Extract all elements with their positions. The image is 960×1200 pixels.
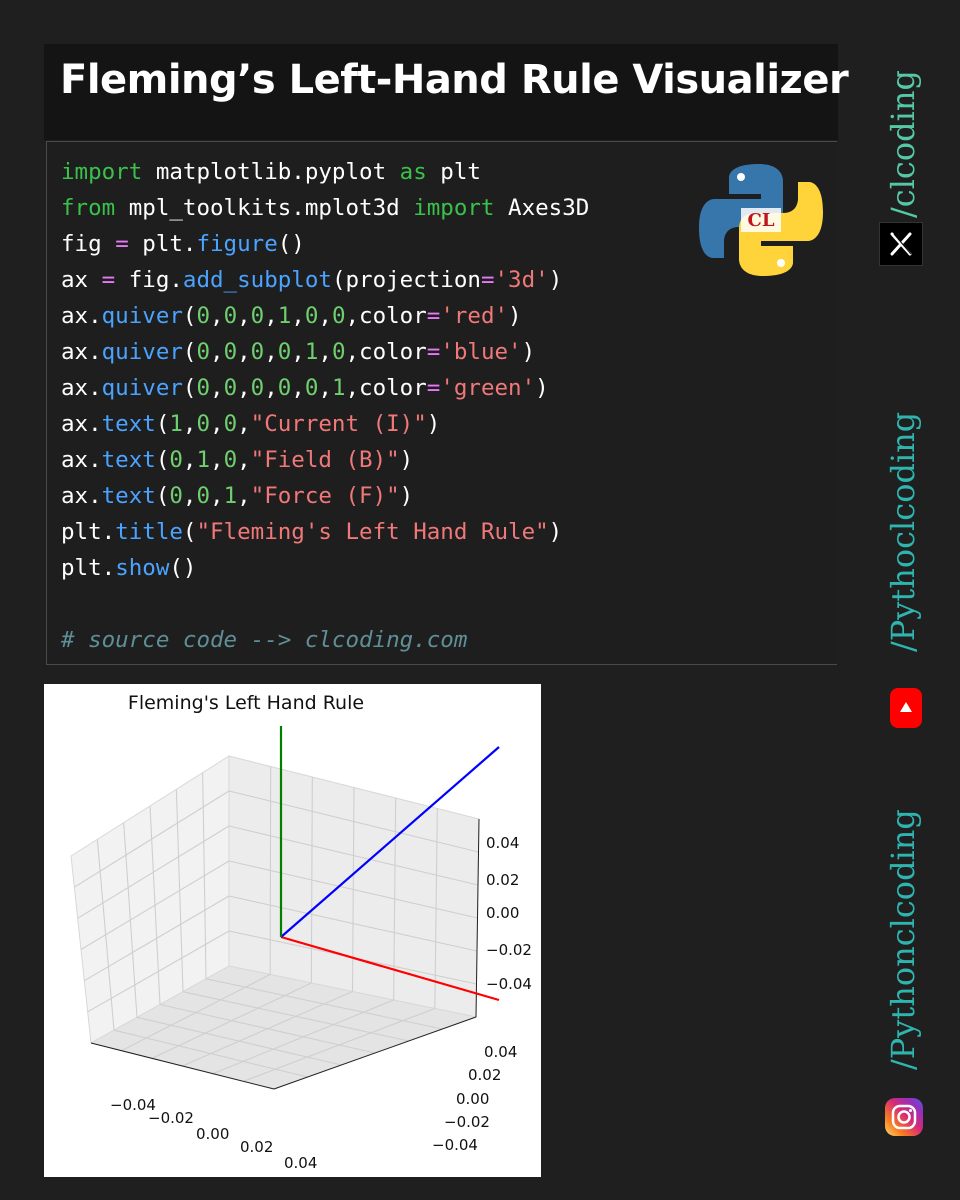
code-panel: import matplotlib.pyplot as plt from mpl_…: [46, 141, 837, 665]
y-tick-label: −0.02: [444, 1113, 490, 1131]
x-tick-label: 0.00: [196, 1125, 229, 1143]
code-line: ax.quiver(0,0,0,0,0,1,color='green'): [61, 375, 549, 401]
z-tick-label: −0.04: [486, 975, 532, 993]
code-line: from mpl_toolkits.mplot3d import Axes3D: [61, 195, 590, 221]
instagram-camera-icon[interactable]: [885, 1098, 923, 1136]
x-tick-label: 0.04: [284, 1154, 317, 1172]
youtube-handle[interactable]: /Pythoclcoding: [884, 412, 922, 652]
logo-text: CL: [748, 210, 775, 231]
x-tick-label: 0.02: [240, 1138, 273, 1156]
z-tick-label: −0.02: [486, 941, 532, 959]
plot-panel: Fleming's Left Hand Rule −0.04 −0.02 0.00 0.…: [44, 684, 541, 1177]
title-banner: Fleming’s Left-Hand Rule Visualizer: [44, 44, 849, 140]
code-line: fig = plt.figure(): [61, 231, 305, 257]
python-logo-icon: CL: [699, 164, 823, 276]
code-line: ax.text(0,0,1,"Force (F)"): [61, 483, 414, 509]
y-tick-label: −0.04: [432, 1136, 478, 1154]
code-block: import matplotlib.pyplot as plt from mpl_…: [61, 154, 589, 658]
z-tick-label: 0.02: [486, 871, 519, 889]
code-line: # source code --> clcoding.com: [61, 627, 468, 653]
quiver-3d-chart: Fleming's Left Hand Rule−0.04−0.020.000.…: [70, 692, 532, 1172]
code-line: ax.quiver(0,0,0,1,0,0,color='red'): [61, 303, 522, 329]
youtube-play-icon[interactable]: [890, 688, 922, 728]
code-line: plt.show(): [61, 555, 197, 581]
instagram-handle[interactable]: /Pythonclcoding: [884, 809, 922, 1070]
code-line: plt.title("Fleming's Left Hand Rule"): [61, 519, 563, 545]
z-tick-label: 0.04: [486, 834, 519, 852]
y-tick-label: 0.00: [456, 1090, 489, 1108]
y-tick-label: 0.04: [484, 1043, 517, 1061]
code-line: ax = fig.add_subplot(projection='3d'): [61, 267, 563, 293]
code-line: ax.quiver(0,0,0,0,1,0,color='blue'): [61, 339, 536, 365]
y-tick-label: 0.02: [468, 1066, 501, 1084]
plot-title: Fleming's Left Hand Rule: [128, 692, 364, 714]
code-line: import matplotlib.pyplot as plt: [61, 159, 481, 185]
x-tick-label: −0.02: [148, 1109, 194, 1127]
page-title: Fleming’s Left-Hand Rule Visualizer: [60, 57, 849, 103]
code-line: ax.text(0,1,0,"Field (B)"): [61, 447, 414, 473]
z-tick-label: 0.00: [486, 904, 519, 922]
x-logo-icon[interactable]: [879, 222, 923, 266]
x-handle[interactable]: /clcoding: [884, 70, 922, 218]
code-line: ax.text(1,0,0,"Current (I)"): [61, 411, 441, 437]
